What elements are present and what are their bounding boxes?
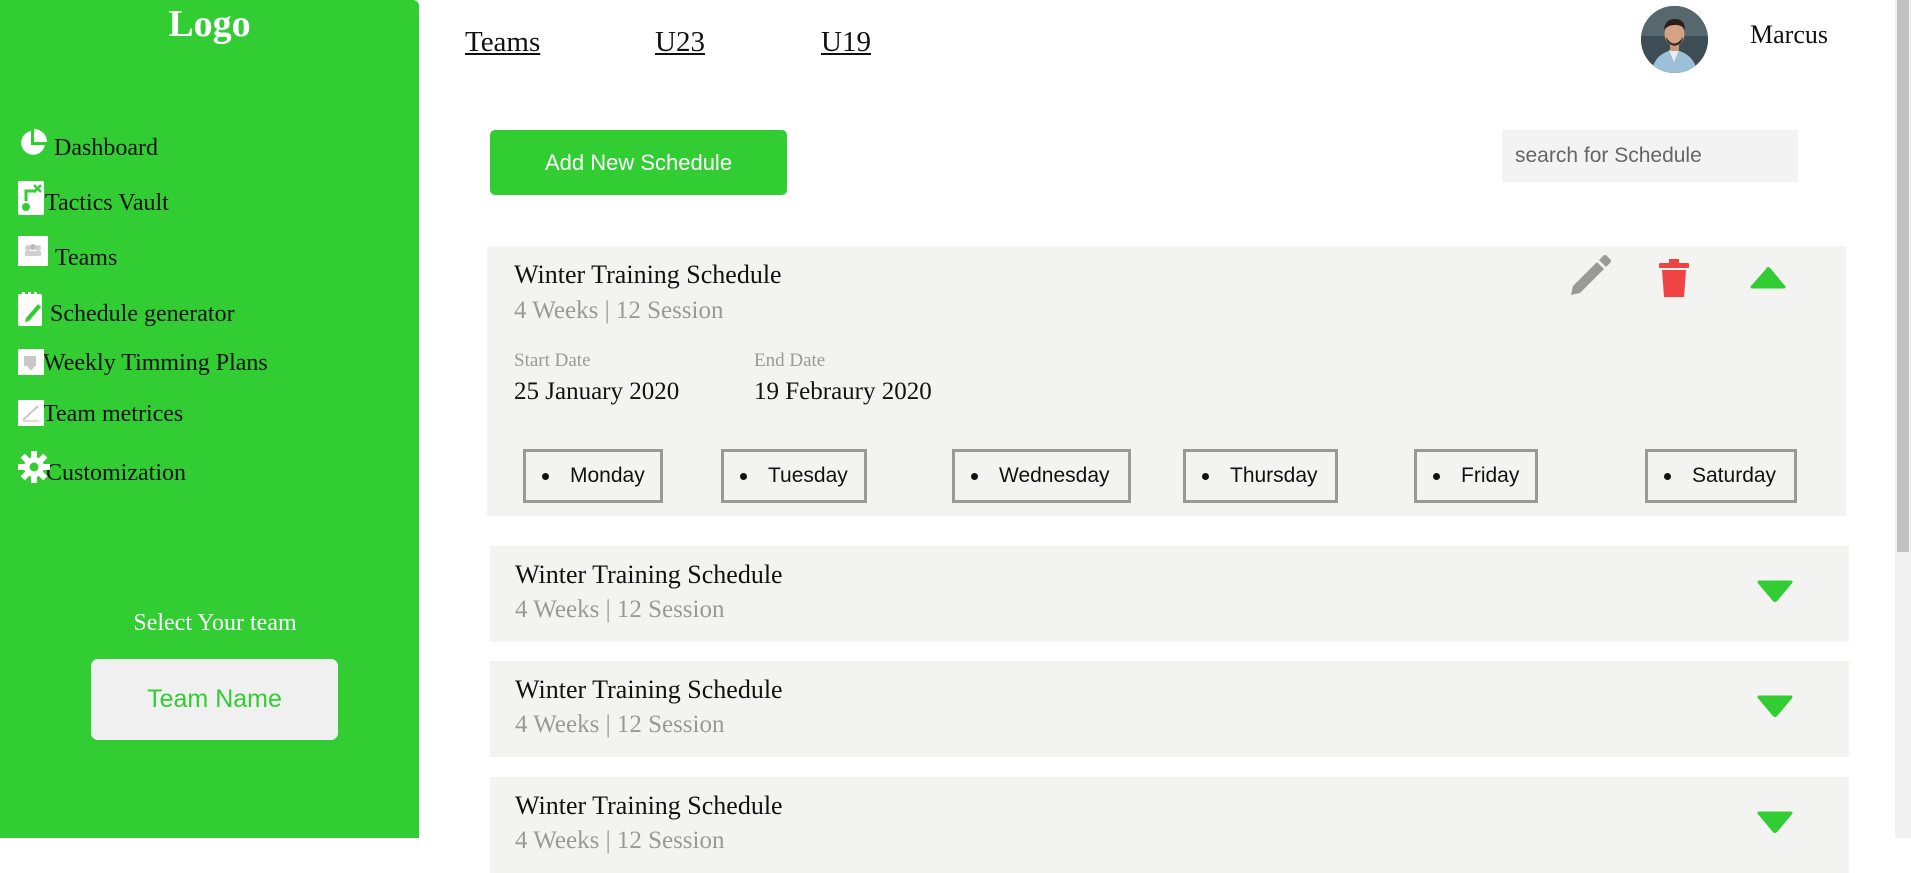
edit-pencil-icon[interactable] xyxy=(1562,248,1612,303)
team-select-button[interactable]: Team Name xyxy=(91,659,338,740)
end-date-value: 19 Febraury 2020 xyxy=(754,378,932,405)
bullet-icon xyxy=(740,472,747,480)
expand-arrow-down-icon[interactable] xyxy=(1757,695,1793,724)
bullet-icon xyxy=(1202,472,1209,480)
teams-icon xyxy=(18,236,48,266)
expand-arrow-down-icon[interactable] xyxy=(1757,811,1793,840)
day-chip-saturday[interactable]: Saturday xyxy=(1645,449,1797,503)
schedule-subtitle: 4 Weeks | 12 Session xyxy=(515,827,725,854)
tab-teams[interactable]: Teams xyxy=(465,26,540,59)
metrics-icon xyxy=(18,400,44,428)
notepad-pen-icon xyxy=(18,292,48,328)
pie-chart-icon xyxy=(18,128,48,158)
sidebar-item-label: Customization xyxy=(46,460,186,486)
day-label: Wednesday xyxy=(999,464,1110,487)
day-chip-wednesday[interactable]: Wednesday xyxy=(952,449,1131,503)
schedule-title: Winter Training Schedule xyxy=(515,675,783,704)
day-label: Saturday xyxy=(1692,464,1777,487)
sidebar-item-label: Team metrices xyxy=(43,401,184,427)
expand-arrow-down-icon[interactable] xyxy=(1757,580,1793,609)
sidebar: Logo Dashboard Tactics Vault Teams Sched… xyxy=(0,0,419,838)
tab-u19[interactable]: U19 xyxy=(821,26,871,59)
search-input[interactable] xyxy=(1502,130,1798,182)
day-chip-friday[interactable]: Friday xyxy=(1414,449,1538,503)
sidebar-item-dashboard[interactable]: Dashboard xyxy=(18,128,158,162)
collapse-arrow-up-icon[interactable] xyxy=(1750,265,1786,294)
tab-u23[interactable]: U23 xyxy=(655,26,705,59)
avatar[interactable] xyxy=(1641,6,1708,73)
bullet-icon xyxy=(542,472,549,480)
day-chip-monday[interactable]: Monday xyxy=(523,449,663,503)
delete-trash-icon[interactable] xyxy=(1659,259,1689,302)
start-date-label: Start Date xyxy=(514,350,591,371)
select-team-label: Select Your team xyxy=(133,610,297,636)
day-chip-thursday[interactable]: Thursday xyxy=(1183,449,1338,503)
sidebar-item-label: Weekly Timming Plans xyxy=(43,350,268,376)
schedule-card[interactable]: Winter Training Schedule 4 Weeks | 12 Se… xyxy=(490,546,1849,642)
schedule-title: Winter Training Schedule xyxy=(515,791,783,820)
add-new-schedule-button[interactable]: Add New Schedule xyxy=(490,130,787,195)
schedule-card[interactable]: Winter Training Schedule 4 Weeks | 12 Se… xyxy=(490,777,1849,873)
schedule-card: Winter Training Schedule 4 Weeks | 12 Se… xyxy=(487,246,1846,516)
bullet-icon xyxy=(1664,472,1671,480)
sidebar-item-label: Tactics Vault xyxy=(45,190,169,216)
logo: Logo xyxy=(168,3,251,45)
sidebar-item-weekly-timming-plans[interactable]: Weekly Timming Plans xyxy=(18,349,268,377)
sidebar-item-customization[interactable]: Customization xyxy=(18,451,186,487)
schedule-title: Winter Training Schedule xyxy=(515,560,783,589)
day-label: Friday xyxy=(1461,464,1520,487)
sidebar-item-team-metrices[interactable]: Team metrices xyxy=(18,400,183,428)
sidebar-item-schedule-generator[interactable]: Schedule generator xyxy=(18,292,235,328)
sidebar-item-teams[interactable]: Teams xyxy=(18,236,117,272)
sidebar-item-label: Schedule generator xyxy=(50,301,235,327)
sidebar-item-label: Teams xyxy=(55,245,118,271)
scrollbar-thumb[interactable] xyxy=(1897,0,1909,552)
schedule-subtitle: 4 Weeks | 12 Session xyxy=(515,596,725,623)
weekly-plan-icon xyxy=(18,349,44,377)
start-date-value: 25 January 2020 xyxy=(514,378,680,405)
bullet-icon xyxy=(971,472,978,480)
end-date-label: End Date xyxy=(754,350,826,371)
schedule-title: Winter Training Schedule xyxy=(514,260,782,289)
user-name: Marcus xyxy=(1750,20,1828,49)
sidebar-item-label: Dashboard xyxy=(54,135,158,161)
schedule-subtitle: 4 Weeks | 12 Session xyxy=(515,711,725,738)
day-label: Tuesday xyxy=(768,464,848,487)
tactics-board-icon xyxy=(18,181,48,217)
day-label: Thursday xyxy=(1230,464,1318,487)
sidebar-item-tactics-vault[interactable]: Tactics Vault xyxy=(18,181,169,217)
bullet-icon xyxy=(1433,472,1440,480)
day-chip-tuesday[interactable]: Tuesday xyxy=(721,449,867,503)
schedule-subtitle: 4 Weeks | 12 Session xyxy=(514,297,724,324)
gear-icon xyxy=(18,451,50,487)
schedule-card[interactable]: Winter Training Schedule 4 Weeks | 12 Se… xyxy=(490,661,1849,757)
day-label: Monday xyxy=(570,464,645,487)
